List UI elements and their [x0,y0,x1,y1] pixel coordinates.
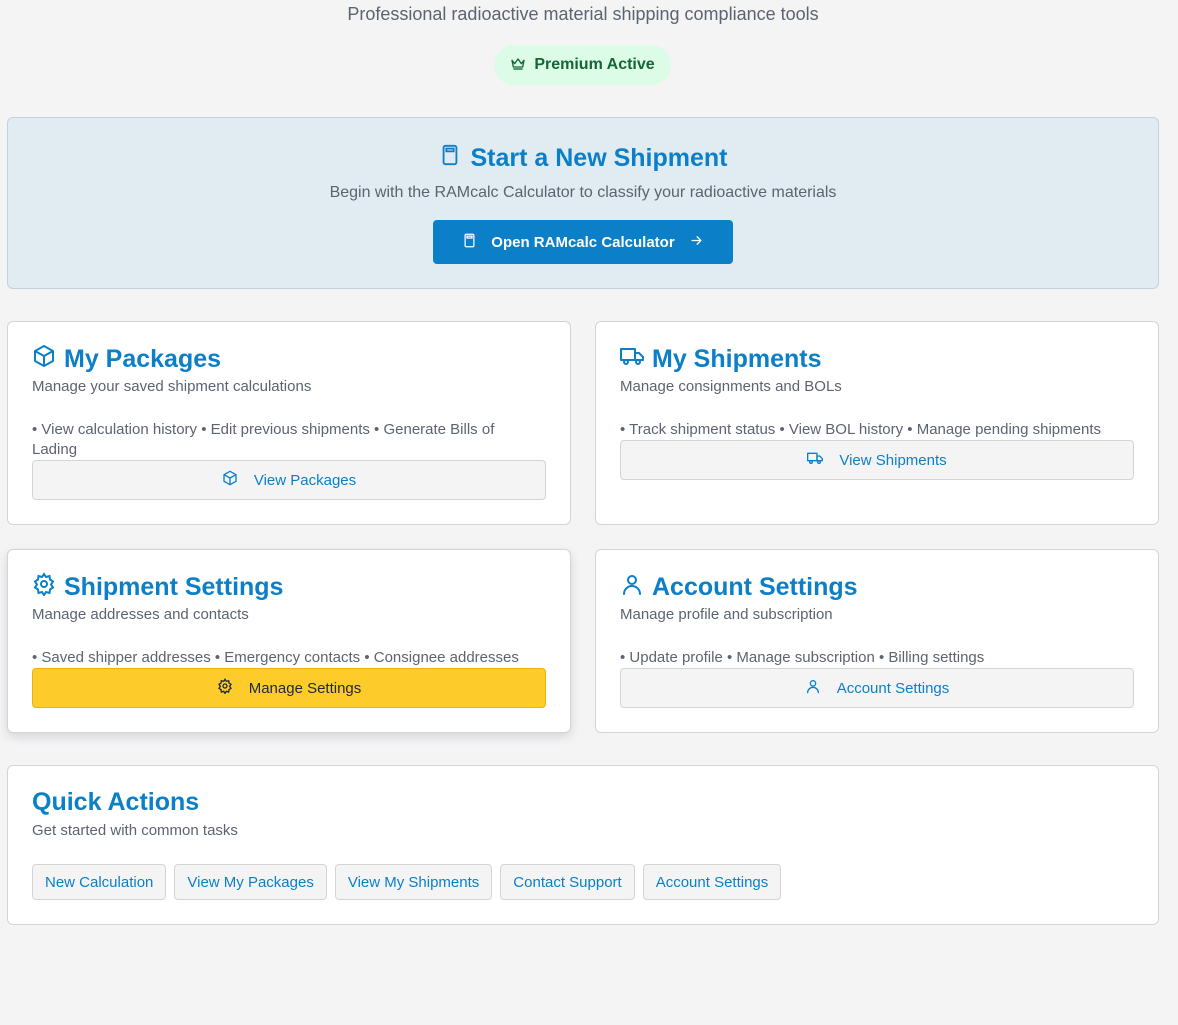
shipment-settings-title: Shipment Settings [32,572,283,603]
shipment-settings-card: Shipment Settings Manage addresses and c… [7,549,571,733]
truck-icon [807,450,824,470]
my-shipments-bullets: • Track shipment status • View BOL histo… [620,421,1101,438]
account-settings-card: Account Settings Manage profile and subs… [595,549,1159,733]
hero-title: Start a New Shipment [8,144,1158,173]
quick-account-settings-button[interactable]: Account Settings [642,864,782,900]
account-settings-button[interactable]: Account Settings [620,668,1134,708]
page-subtitle: Professional radioactive material shippi… [347,4,819,24]
open-ramcalc-button[interactable]: Open RAMcalc Calculator [433,220,733,264]
shipment-settings-bullets: • Saved shipper addresses • Emergency co… [32,649,519,666]
my-shipments-title: My Shipments [620,344,821,375]
my-shipments-card: My Shipments Manage consignments and BOL… [595,321,1159,525]
user-icon [805,678,821,698]
my-shipments-description: Manage consignments and BOLs [620,378,842,395]
view-shipments-button[interactable]: View Shipments [620,440,1134,480]
my-packages-title: My Packages [32,344,221,375]
crown-icon [510,55,526,76]
shipment-settings-title-text: Shipment Settings [64,573,284,601]
gear-icon [32,572,56,603]
premium-badge: Premium Active [494,45,671,85]
manage-settings-button-label: Manage Settings [248,679,362,697]
quick-actions-subtitle: Get started with common tasks [32,822,238,839]
my-packages-bullets: • View calculation history • Edit previo… [32,421,495,458]
calculator-icon [439,144,461,173]
package-icon [222,470,238,490]
view-shipments-button-label: View Shipments [839,451,947,469]
package-icon [32,344,56,375]
my-packages-description: Manage your saved shipment calculations [32,378,312,395]
account-settings-title-text: Account Settings [652,573,858,601]
account-settings-description: Manage profile and subscription [620,606,833,623]
quick-view-packages-button[interactable]: View My Packages [174,864,327,900]
view-packages-button[interactable]: View Packages [32,460,546,500]
quick-actions-buttons: New Calculation View My Packages View My… [32,864,782,900]
arrow-right-icon [689,233,704,252]
open-ramcalc-button-label: Open RAMcalc Calculator [491,233,675,251]
quick-new-calculation-button[interactable]: New Calculation [32,864,167,900]
quick-actions-title: Quick Actions [32,788,200,816]
hero-title-text: Start a New Shipment [470,144,728,172]
user-icon [620,572,644,603]
quick-contact-support-button[interactable]: Contact Support [500,864,635,900]
hero-subtitle: Begin with the RAMcalc Calculator to cla… [329,184,837,201]
account-settings-bullets: • Update profile • Manage subscription •… [620,649,985,666]
shipment-settings-description: Manage addresses and contacts [32,606,249,623]
gear-icon [217,678,233,698]
my-packages-card: My Packages Manage your saved shipment c… [7,321,571,525]
account-settings-title: Account Settings [620,572,858,603]
quick-view-shipments-button[interactable]: View My Shipments [334,864,493,900]
premium-badge-label: Premium Active [534,56,655,73]
calculator-icon [462,233,477,252]
account-settings-button-label: Account Settings [836,679,950,697]
new-shipment-banner: Start a New Shipment Begin with the RAMc… [7,117,1159,289]
quick-actions-panel: Quick Actions Get started with common ta… [7,765,1159,925]
my-packages-title-text: My Packages [64,345,222,373]
view-packages-button-label: View Packages [253,471,357,489]
my-shipments-title-text: My Shipments [652,345,822,373]
manage-settings-button[interactable]: Manage Settings [32,668,546,708]
truck-icon [620,344,644,375]
